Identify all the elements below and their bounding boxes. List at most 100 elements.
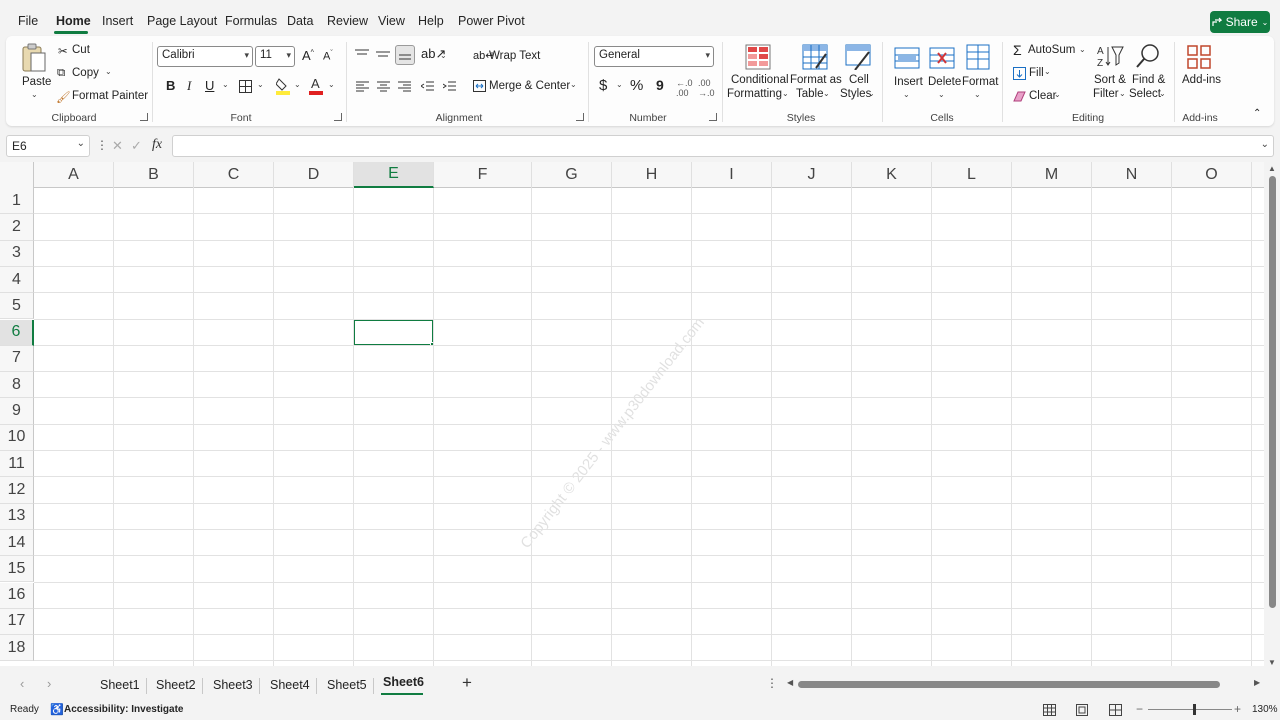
chevron-down-icon[interactable]: ⌄ bbox=[1079, 45, 1086, 54]
underline-button[interactable]: U bbox=[205, 78, 214, 93]
bold-button[interactable]: B bbox=[166, 78, 175, 93]
row-header-17[interactable]: 17 bbox=[0, 608, 34, 636]
decrease-indent-icon[interactable] bbox=[419, 78, 435, 94]
column-header-h[interactable]: H bbox=[612, 162, 692, 188]
column-header-d[interactable]: D bbox=[274, 162, 354, 188]
increase-indent-icon[interactable] bbox=[441, 78, 457, 94]
cell-styles-icon[interactable] bbox=[843, 42, 873, 72]
page-break-view-icon[interactable] bbox=[1108, 703, 1122, 716]
row-header-8[interactable]: 8 bbox=[0, 372, 34, 399]
menu-help[interactable]: Help bbox=[418, 14, 444, 28]
chevron-down-icon[interactable]: ⌄ bbox=[1159, 89, 1166, 98]
clear-icon[interactable] bbox=[1012, 89, 1026, 103]
page-layout-view-icon[interactable] bbox=[1075, 703, 1089, 716]
align-center-icon[interactable] bbox=[375, 78, 391, 94]
chevron-down-icon[interactable]: ⌄ bbox=[782, 89, 789, 98]
menu-review[interactable]: Review bbox=[327, 14, 368, 28]
row-header-10[interactable]: 10 bbox=[0, 424, 34, 451]
fill-color-icon[interactable] bbox=[276, 77, 290, 95]
row-header-12[interactable]: 12 bbox=[0, 477, 34, 504]
name-box[interactable]: E6 ⌄ bbox=[6, 135, 90, 157]
copy-icon[interactable]: ⧉ bbox=[57, 67, 65, 80]
row-header-9[interactable]: 9 bbox=[0, 398, 34, 425]
align-bottom-icon[interactable] bbox=[395, 45, 415, 65]
chevron-down-icon[interactable]: ⌄ bbox=[1119, 89, 1126, 98]
conditional-formatting-button[interactable]: Conditional bbox=[731, 74, 789, 86]
column-header-n[interactable]: N bbox=[1092, 162, 1172, 188]
cut-button[interactable]: Cut bbox=[72, 44, 90, 56]
align-middle-icon[interactable] bbox=[375, 46, 391, 62]
zoom-slider-thumb[interactable] bbox=[1193, 704, 1196, 715]
more-options-icon[interactable]: ⋮ bbox=[766, 676, 778, 690]
chevron-down-icon[interactable]: ⌄ bbox=[868, 89, 875, 98]
column-header-a[interactable]: A bbox=[34, 162, 114, 188]
add-sheet-button[interactable]: + bbox=[462, 673, 472, 693]
percent-button[interactable]: % bbox=[630, 77, 643, 94]
column-header-f[interactable]: F bbox=[434, 162, 532, 188]
scroll-right-icon[interactable]: ▶ bbox=[1254, 678, 1260, 687]
vertical-scrollbar[interactable]: ▲ ▼ bbox=[1266, 162, 1278, 670]
alignment-launcher-icon[interactable] bbox=[576, 113, 584, 121]
more-options-icon[interactable]: ⋮ bbox=[96, 138, 108, 152]
add-ins-icon[interactable] bbox=[1184, 42, 1214, 72]
chevron-down-icon[interactable]: ⌄ bbox=[938, 90, 945, 99]
row-header-2[interactable]: 2 bbox=[0, 214, 34, 241]
row-header-5[interactable]: 5 bbox=[0, 293, 34, 320]
delete-cells-icon[interactable] bbox=[928, 44, 956, 72]
shrink-font-icon[interactable]: Aˇ bbox=[323, 50, 333, 63]
row-header-1[interactable]: 1 bbox=[0, 188, 34, 215]
find-select-icon[interactable] bbox=[1133, 42, 1163, 70]
select-all-corner[interactable] bbox=[0, 162, 34, 188]
enter-icon[interactable]: ✓ bbox=[131, 138, 142, 154]
chevron-down-icon[interactable]: ⌄ bbox=[105, 67, 112, 76]
row-header-4[interactable]: 4 bbox=[0, 266, 34, 294]
chevron-down-icon[interactable]: ⌄ bbox=[903, 90, 910, 99]
font-name-select[interactable]: Calibri ▾ bbox=[157, 46, 253, 67]
autosum-icon[interactable]: Σ bbox=[1013, 42, 1022, 58]
format-as-table-icon[interactable] bbox=[800, 42, 830, 72]
paste-icon[interactable] bbox=[20, 42, 48, 74]
chevron-down-icon[interactable]: ⌄ bbox=[222, 80, 229, 89]
column-header-b[interactable]: B bbox=[114, 162, 194, 188]
chevron-down-icon[interactable]: ⌄ bbox=[1044, 67, 1051, 76]
decrease-decimal-icon[interactable]: .00 →.0 bbox=[698, 78, 715, 98]
borders-icon[interactable] bbox=[238, 79, 252, 93]
delete-cells-button[interactable]: Delete bbox=[928, 76, 961, 88]
cells-area[interactable]: Copyright © 2025 - www.p30download.com bbox=[34, 188, 1264, 666]
zoom-slider[interactable] bbox=[1148, 709, 1232, 710]
format-cells-icon[interactable] bbox=[964, 42, 992, 72]
font-launcher-icon[interactable] bbox=[334, 113, 342, 121]
zoom-in-icon[interactable]: + bbox=[1234, 702, 1241, 716]
worksheet-grid[interactable]: ABCDEFGHIJKLMNO 1 2 3 4 5 6 7 8 9 10 11 12 13 14 15 16 1… bbox=[0, 162, 1264, 666]
sort-filter-button[interactable]: Sort & bbox=[1094, 74, 1126, 86]
menu-power-pivot[interactable]: Power Pivot bbox=[458, 14, 525, 28]
chevron-down-icon[interactable]: ⌄ bbox=[328, 80, 335, 89]
sheet-tab-1[interactable]: Sheet1 bbox=[100, 678, 140, 692]
fill-button[interactable]: Fill bbox=[1029, 67, 1044, 79]
chevron-down-icon[interactable]: ⌄ bbox=[570, 80, 577, 89]
font-size-select[interactable]: 11 ▾ bbox=[255, 46, 295, 67]
row-header-7[interactable]: 7 bbox=[0, 345, 34, 373]
merge-center-icon[interactable] bbox=[472, 79, 486, 93]
chevron-down-icon[interactable]: ⌄ bbox=[616, 80, 623, 89]
menu-file[interactable]: File bbox=[18, 14, 38, 28]
cell-styles-button[interactable]: Cell bbox=[849, 74, 869, 86]
conditional-formatting-icon[interactable] bbox=[743, 42, 773, 72]
merge-center-button[interactable]: Merge & Center bbox=[489, 80, 570, 92]
add-ins-button[interactable]: Add-ins bbox=[1182, 74, 1221, 86]
column-header-e[interactable]: E bbox=[354, 162, 434, 188]
chevron-down-icon[interactable]: ⌄ bbox=[1054, 90, 1061, 99]
cancel-icon[interactable]: ✕ bbox=[112, 138, 123, 154]
column-header-g[interactable]: G bbox=[532, 162, 612, 188]
clipboard-launcher-icon[interactable] bbox=[140, 113, 148, 121]
vertical-scroll-thumb[interactable] bbox=[1269, 176, 1276, 608]
autosum-button[interactable]: AutoSum bbox=[1028, 44, 1075, 56]
sheet-tab-6[interactable]: Sheet6 bbox=[383, 675, 424, 689]
menu-home[interactable]: Home bbox=[56, 14, 91, 28]
wrap-text-button[interactable]: Wrap Text bbox=[489, 50, 540, 62]
menu-data[interactable]: Data bbox=[287, 14, 313, 28]
find-select-button[interactable]: Find & bbox=[1132, 74, 1165, 86]
sheet-tab-3[interactable]: Sheet3 bbox=[213, 678, 253, 692]
column-header-k[interactable]: K bbox=[852, 162, 932, 188]
format-cells-button[interactable]: Format bbox=[962, 76, 998, 88]
